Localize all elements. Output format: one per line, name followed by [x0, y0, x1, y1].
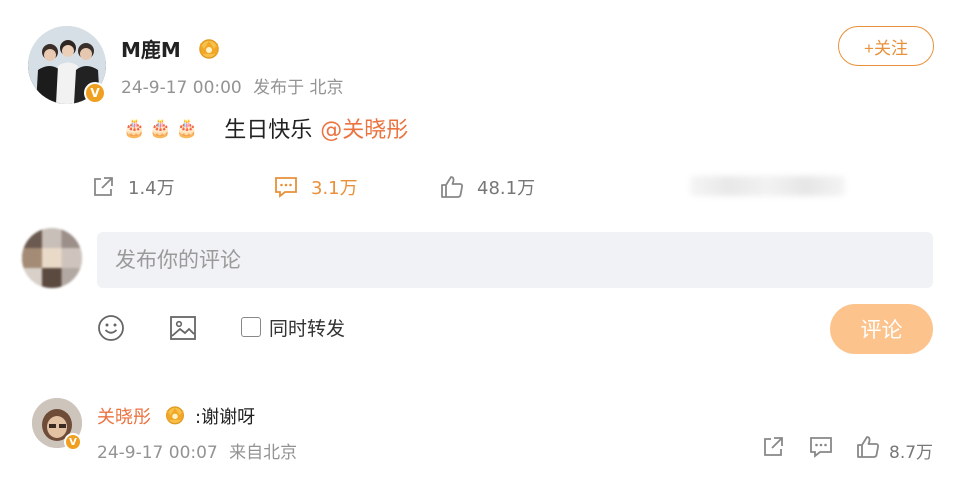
verified-icon: V [64, 433, 82, 451]
reply-text: :谢谢呀 [195, 407, 256, 428]
submit-comment-button[interactable]: 评论 [830, 304, 933, 354]
comment-action[interactable]: 3.1万 [273, 170, 358, 204]
post-location: 发布于 北京 [253, 78, 344, 98]
reply-author-name[interactable]: 关晓彤 [97, 403, 151, 429]
verified-icon: V [84, 82, 106, 104]
like-icon [441, 176, 463, 198]
comment-count: 3.1万 [311, 178, 358, 199]
cake-emoji: 🎂🎂🎂 [123, 117, 203, 139]
reply-like-count: 8.7万 [889, 443, 934, 463]
author-name[interactable]: M鹿M [121, 34, 181, 63]
author-name-text[interactable]: M鹿M [121, 38, 181, 62]
repost-label[interactable]: 同时转发 [269, 314, 345, 341]
mention-link[interactable]: @关晓彤 [320, 112, 408, 144]
post-time[interactable]: 24-9-17 00:00 [121, 78, 242, 98]
like-count: 48.1万 [477, 178, 536, 199]
follow-button[interactable]: +关注 [838, 26, 934, 66]
reply-meta: 24-9-17 00:07 来自北京 [97, 438, 297, 463]
reply-time: 24-9-17 00:07 [97, 443, 218, 463]
repost-count: 1.4万 [128, 178, 175, 199]
post-text: 生日快乐 [224, 118, 313, 143]
comment-icon[interactable] [808, 434, 834, 460]
post-meta: 24-9-17 00:00 发布于 北京 [121, 73, 344, 98]
image-icon[interactable] [168, 313, 198, 343]
like-icon[interactable] [855, 434, 881, 460]
like-action[interactable]: 48.1万 [439, 170, 535, 204]
repost-checkbox[interactable] [241, 317, 261, 337]
current-user-avatar[interactable] [22, 228, 82, 288]
repost-action[interactable]: 1.4万 [90, 170, 175, 204]
comment-input[interactable] [97, 232, 933, 288]
blurred-action [690, 176, 845, 196]
crown-icon [199, 39, 219, 59]
reply-location: 来自北京 [229, 443, 298, 463]
crown-icon [166, 406, 184, 425]
post-content: 🎂🎂🎂 生日快乐 @关晓彤 [123, 112, 408, 144]
share-icon [94, 177, 113, 196]
comment-icon [275, 177, 297, 198]
share-icon[interactable] [760, 434, 786, 460]
emoji-icon[interactable] [96, 313, 126, 343]
